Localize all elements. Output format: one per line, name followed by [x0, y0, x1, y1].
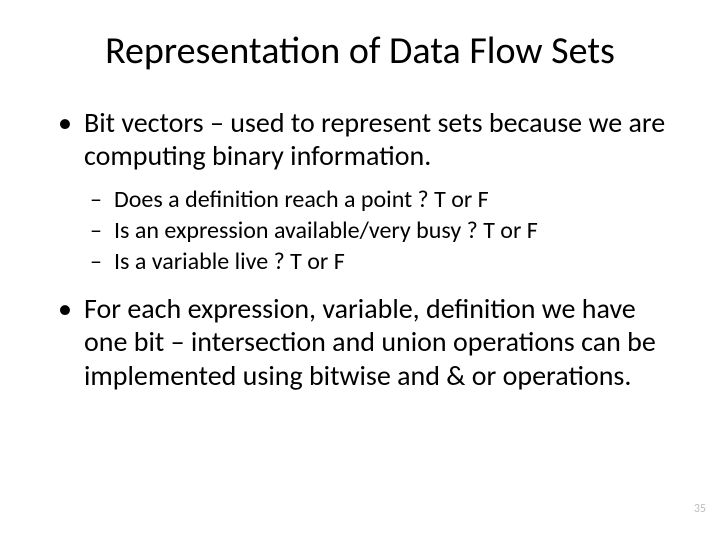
sub-bullet-group: Does a definition reach a point ? T or F…	[50, 186, 670, 276]
bullet-item: For each expression, variable, definitio…	[84, 292, 670, 391]
sub-bullet-item: Is an expression available/very busy ? T…	[114, 217, 670, 246]
slide-title: Representation of Data Flow Sets	[50, 28, 670, 74]
page-number: 35	[694, 502, 706, 516]
bullet-item: Bit vectors – used to represent sets bec…	[84, 106, 670, 172]
sub-bullet-item: Is a variable live ? T or F	[114, 248, 670, 277]
sub-bullet-item: Does a definition reach a point ? T or F	[114, 186, 670, 215]
